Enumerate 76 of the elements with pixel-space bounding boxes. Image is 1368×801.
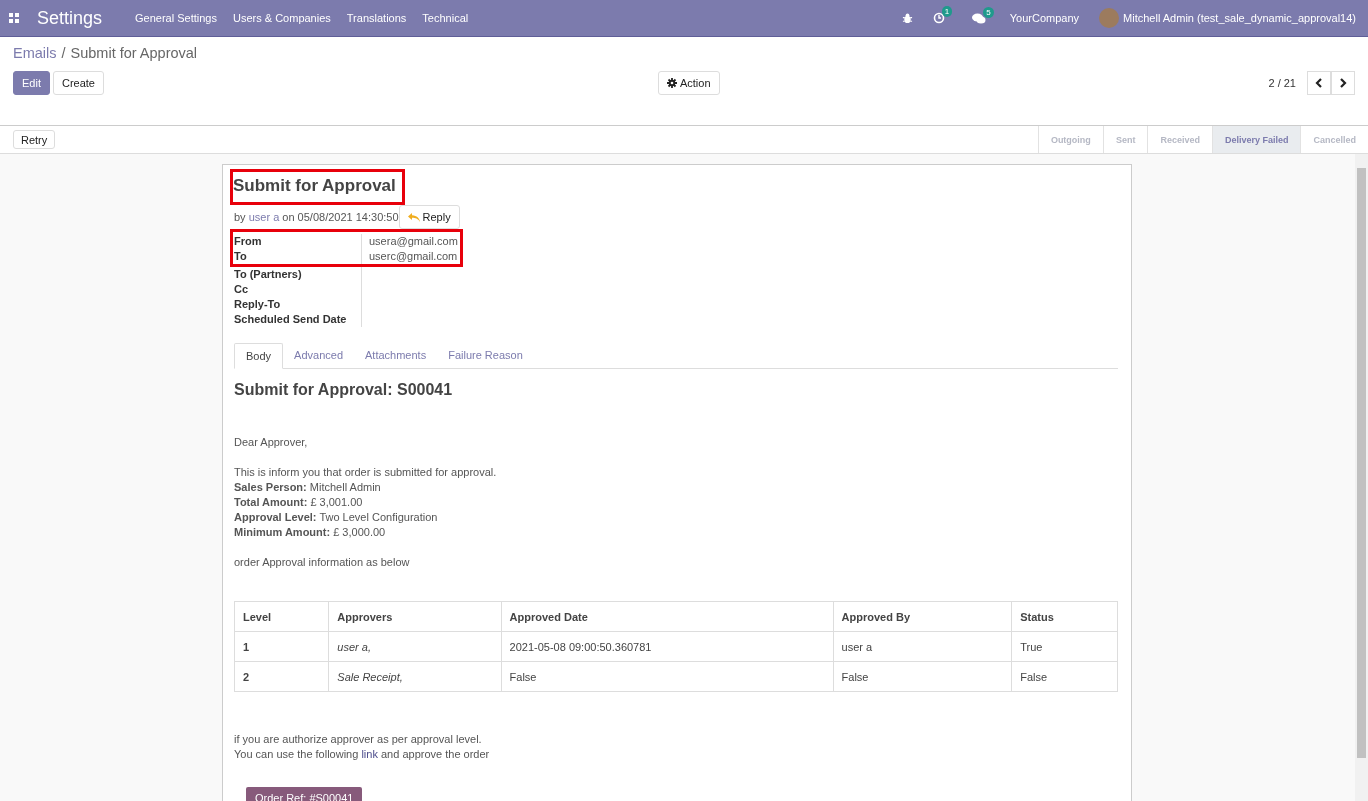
edit-button[interactable]: Edit bbox=[13, 71, 50, 95]
app-title[interactable]: Settings bbox=[37, 7, 103, 29]
apps-grid-icon[interactable] bbox=[9, 13, 19, 23]
author-link[interactable]: user a bbox=[248, 211, 280, 223]
body-text: You can use the following link and approve the order bbox=[234, 747, 491, 762]
table-cell: user a bbox=[833, 631, 1012, 662]
body-line: Sales Person: Mitchell Admin bbox=[234, 480, 382, 495]
notebook-tab[interactable]: Attachments bbox=[354, 343, 438, 368]
notebook-tab[interactable]: Failure Reason bbox=[437, 343, 534, 368]
body-text: order Approval information as below bbox=[234, 555, 411, 570]
next-button[interactable] bbox=[1331, 71, 1355, 95]
chevron-left-icon bbox=[1315, 78, 1323, 88]
retry-button[interactable]: Retry bbox=[13, 130, 56, 149]
approve-link[interactable]: link bbox=[361, 748, 378, 760]
byline-prefix: by bbox=[234, 211, 247, 223]
table-cell: False bbox=[501, 661, 834, 692]
status-stage[interactable]: Outgoing bbox=[1037, 126, 1103, 153]
breadcrumb-link[interactable]: Emails bbox=[13, 45, 57, 61]
previous-button[interactable] bbox=[1307, 71, 1331, 95]
body-line: Approval Level: Two Level Configuration bbox=[234, 510, 439, 525]
breadcrumb-separator: / bbox=[61, 45, 66, 61]
menu-item[interactable]: General Settings bbox=[135, 12, 217, 24]
menu-item[interactable]: Translations bbox=[346, 12, 407, 24]
status-stage[interactable]: Cancelled bbox=[1300, 126, 1368, 153]
field-label: To (Partners) bbox=[234, 267, 362, 282]
action-button[interactable]: Action bbox=[657, 71, 720, 95]
notebook-tab[interactable]: Body bbox=[234, 343, 284, 369]
table-cell: False bbox=[833, 661, 1012, 692]
sent-date: on 05/08/2021 14:30:50 bbox=[281, 211, 399, 223]
create-button[interactable]: Create bbox=[52, 71, 104, 95]
body-text: if you are authorize approver as per approval level. bbox=[234, 732, 483, 747]
body-line: Total Amount: £ 3,001.00 bbox=[234, 495, 364, 510]
table-header: Status bbox=[1011, 601, 1118, 632]
user-menu[interactable]: Mitchell Admin (test_sale_dynamic_approval14) bbox=[1123, 12, 1356, 24]
table-cell: 1 bbox=[234, 631, 329, 662]
field-label: Reply-To bbox=[234, 297, 362, 312]
notebook-tab[interactable]: Advanced bbox=[283, 343, 354, 368]
table-cell: Sale Receipt, bbox=[328, 661, 502, 692]
gear-icon bbox=[666, 78, 677, 88]
email-subject: Submit for Approval bbox=[233, 176, 396, 196]
scrollbar[interactable] bbox=[1355, 154, 1368, 801]
chat-bubbles-icon[interactable] bbox=[972, 12, 987, 24]
bug-icon[interactable] bbox=[901, 12, 913, 24]
table-header: Approved By bbox=[833, 601, 1012, 632]
field-value: userc@gmail.com bbox=[368, 249, 458, 264]
body-heading: Submit for Approval: S00041 bbox=[234, 381, 454, 399]
pager-value: 2 / 21 bbox=[1268, 77, 1296, 89]
table-cell: False bbox=[1011, 661, 1118, 692]
body-line: This is inform you that order is submitted for approval. bbox=[234, 465, 498, 480]
table-cell: 2021-05-08 09:00:50.360781 bbox=[501, 631, 834, 662]
menu-item[interactable]: Technical bbox=[422, 12, 469, 24]
menu-item[interactable]: Users & Companies bbox=[233, 12, 331, 24]
table-header: Approved Date bbox=[501, 601, 834, 632]
activity-count-badge: 1 bbox=[941, 6, 953, 17]
breadcrumb-current: Submit for Approval bbox=[70, 45, 198, 61]
reply-arrow-icon bbox=[407, 212, 420, 222]
field-value: usera@gmail.com bbox=[368, 234, 458, 249]
status-stage[interactable]: Delivery Failed bbox=[1211, 126, 1301, 153]
company-switcher[interactable]: YourCompany bbox=[1009, 12, 1080, 24]
field-label: Cc bbox=[234, 282, 362, 297]
chevron-right-icon bbox=[1339, 78, 1347, 88]
table-cell: user a, bbox=[328, 631, 502, 662]
table-header: Approvers bbox=[328, 601, 502, 632]
greeting-text: Dear Approver, bbox=[234, 435, 309, 450]
body-line: Minimum Amount: £ 3,000.00 bbox=[234, 525, 387, 540]
field-label: Scheduled Send Date bbox=[234, 312, 362, 327]
field-label: To bbox=[234, 249, 362, 264]
message-count-badge: 5 bbox=[983, 6, 994, 18]
field-label: From bbox=[234, 234, 362, 249]
clock-icon[interactable] bbox=[932, 12, 945, 24]
status-stage[interactable]: Sent bbox=[1102, 126, 1148, 153]
table-cell: 2 bbox=[234, 661, 329, 692]
table-header: Level bbox=[234, 601, 329, 632]
table-cell: True bbox=[1011, 631, 1118, 662]
reply-button[interactable]: Reply bbox=[398, 205, 460, 229]
status-stage[interactable]: Received bbox=[1147, 126, 1212, 153]
